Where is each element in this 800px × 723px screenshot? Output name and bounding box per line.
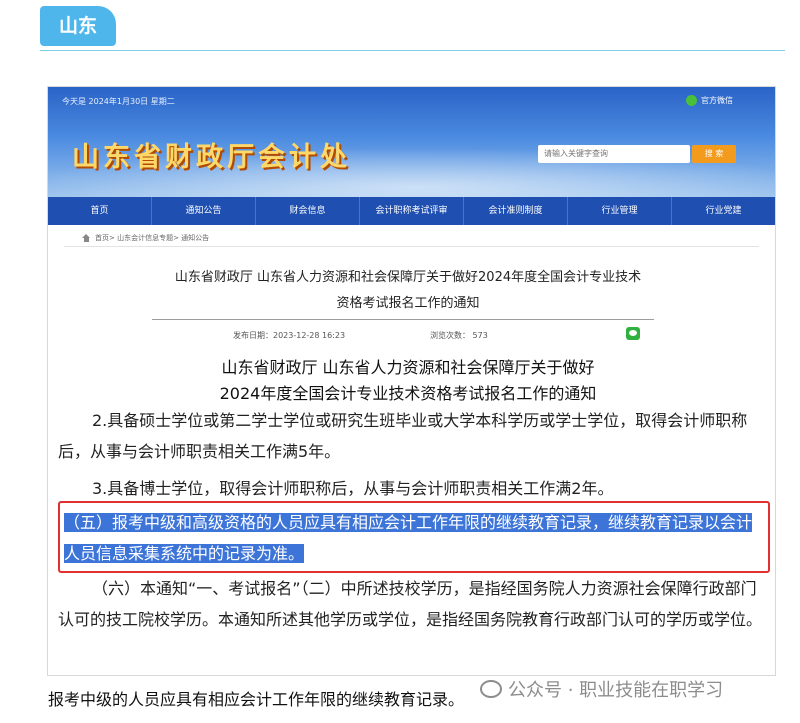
wechat-icon (686, 95, 697, 106)
nav-item-party[interactable]: 行业党建 (672, 197, 775, 225)
nav-item-home[interactable]: 首页 (48, 197, 152, 225)
website-screenshot: 今天是 2024年1月30日 星期二 官方微信 山东省财政厅会计处 搜 索 首页… (47, 86, 776, 676)
date-text: 今天是 2024年1月30日 星期二 (62, 97, 175, 106)
site-banner: 今天是 2024年1月30日 星期二 官方微信 山东省财政厅会计处 搜 索 (48, 87, 775, 197)
main-nav: 首页 通知公告 财会信息 会计职称考试评审 会计准则制度 行业管理 行业党建 (48, 197, 775, 225)
nav-item-finance-info[interactable]: 财会信息 (256, 197, 360, 225)
paragraph-2: 2.具备硕士学位或第二学士学位或研究生班毕业或大学本科学历或学士学位，取得会计师… (58, 411, 748, 461)
publish-date: 发布日期：2023-12-28 16:23 (233, 331, 346, 340)
nav-item-notices[interactable]: 通知公告 (152, 197, 256, 225)
article-title: 山东省财政厅 山东省人力资源和社会保障厅关于做好2024年度全国会计专业技术 资… (128, 265, 688, 317)
paragraph-6: （六）本通知“一、考试报名”（二）中所述技校学历，是指经国务院人力资源社会保障行… (58, 579, 763, 629)
wechat-share-icon[interactable] (626, 327, 640, 340)
nav-item-title-exam[interactable]: 会计职称考试评审 (360, 197, 464, 225)
home-icon (82, 234, 91, 242)
section-divider (40, 50, 785, 51)
caption: 报考中级的人员应具有相应会计工作年限的继续教育记录。 (48, 690, 465, 709)
document-heading: 山东省财政厅 山东省人力资源和社会保障厅关于做好 2024年度全国会计专业技术资… (148, 355, 668, 407)
paragraph-3: 3.具备博士学位，取得会计师职称后，从事与会计师职责相关工作满2年。 (92, 479, 614, 498)
highlighted-text: （五）报考中级和高级资格的人员应具有相应会计工作年限的继续教育记录，继续教育记录… (64, 513, 753, 563)
wechat-label: 官方微信 (701, 96, 733, 105)
wechat-watermark-icon (480, 680, 502, 698)
province-tag: 山东 (40, 6, 116, 46)
paragraph-5: （五）报考中级和高级资格的人员应具有相应会计工作年限的继续教育记录，继续教育记录… (64, 507, 764, 569)
document-heading-line2: 2024年度全国会计专业技术资格考试报名工作的通知 (219, 384, 597, 403)
site-logo[interactable]: 山东省财政厅会计处 (72, 135, 351, 174)
title-divider (152, 319, 654, 320)
watermark-text: 公众号 · 职业技能在职学习 (508, 680, 724, 701)
search-button[interactable]: 搜 索 (692, 145, 736, 163)
breadcrumb-text[interactable]: 首页> 山东会计信息专题> 通知公告 (95, 233, 209, 243)
view-count: 浏览次数： 573 (430, 331, 488, 340)
watermark: 公众号 · 职业技能在职学习 (480, 676, 723, 702)
breadcrumb: 首页> 山东会计信息专题> 通知公告 (82, 233, 209, 243)
nav-item-standards[interactable]: 会计准则制度 (464, 197, 568, 225)
article-title-line2: 资格考试报名工作的通知 (336, 296, 480, 311)
search-input[interactable] (538, 145, 690, 163)
nav-item-industry[interactable]: 行业管理 (568, 197, 672, 225)
document-heading-line1: 山东省财政厅 山东省人力资源和社会保障厅关于做好 (221, 358, 595, 377)
article-title-line1: 山东省财政厅 山东省人力资源和社会保障厅关于做好2024年度全国会计专业技术 (174, 270, 642, 285)
wechat-link[interactable]: 官方微信 (686, 95, 733, 106)
breadcrumb-divider (64, 246, 759, 247)
